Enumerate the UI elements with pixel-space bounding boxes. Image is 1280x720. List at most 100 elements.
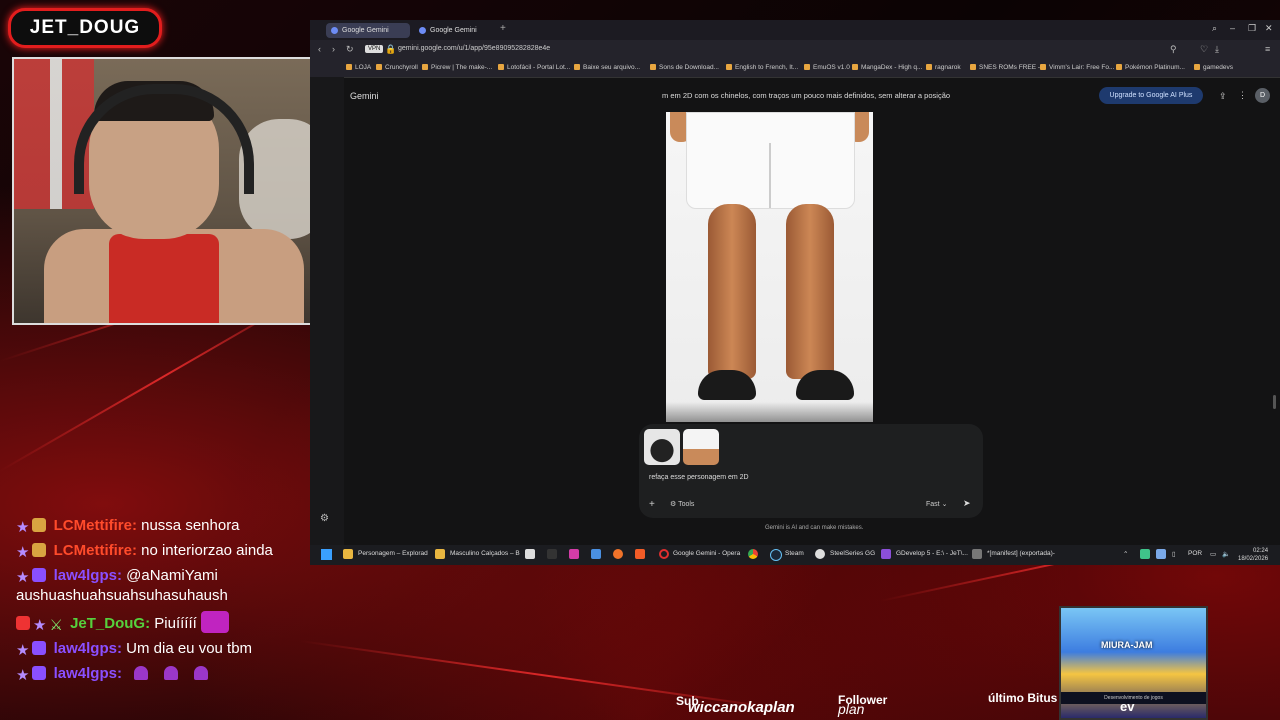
new-tab-icon[interactable]: + bbox=[500, 23, 506, 34]
taskbar-item-opera[interactable]: Google Gemini - Opera bbox=[673, 550, 740, 557]
bookmark-item[interactable]: LOJA bbox=[346, 64, 371, 71]
tab-label: Google Gemini bbox=[342, 27, 389, 34]
firefox-icon[interactable] bbox=[613, 549, 623, 559]
attachment-shoe-thumbnail[interactable] bbox=[644, 429, 680, 465]
right-leg bbox=[786, 204, 834, 379]
steam-icon[interactable] bbox=[770, 549, 782, 561]
reload-icon[interactable]: ↻ bbox=[346, 44, 354, 55]
tab-google-gemini[interactable]: Google Gemini bbox=[326, 23, 410, 38]
opera-icon[interactable] bbox=[659, 549, 669, 559]
taskbar-item-manifest[interactable]: *[manifest] (exportada)- bbox=[987, 550, 1055, 557]
settings-gear-icon[interactable]: ⚙ bbox=[320, 513, 329, 524]
upgrade-label: Upgrade to Google AI Plus bbox=[1109, 92, 1193, 99]
bookmark-item[interactable]: Pokémon Platinum... bbox=[1116, 64, 1185, 71]
chat-username: JeT_DouG: bbox=[70, 615, 151, 632]
left-leg bbox=[708, 204, 756, 379]
vpn-badge[interactable]: VPN bbox=[365, 45, 384, 53]
white-shorts bbox=[686, 112, 855, 209]
upgrade-button[interactable]: Upgrade to Google AI Plus bbox=[1099, 87, 1203, 104]
taskbar-item-explorer[interactable]: Personagem – Explorad bbox=[358, 550, 428, 557]
network-icon[interactable]: ▭ bbox=[1210, 550, 1216, 558]
bookmark-item[interactable]: English to French, It... bbox=[726, 64, 798, 71]
tab-google-gemini-2[interactable]: Google Gemini bbox=[414, 23, 498, 38]
generated-character-image[interactable] bbox=[666, 112, 873, 422]
instagram-icon[interactable] bbox=[569, 549, 579, 559]
calculator-icon[interactable] bbox=[525, 549, 535, 559]
ghost-emote-icon bbox=[134, 666, 149, 680]
taskbar-item-steam[interactable]: Steam bbox=[785, 550, 804, 557]
windows-taskbar: Personagem – Explorad Masculino Calçados… bbox=[310, 545, 1280, 565]
taskbar-item-steelseries[interactable]: SteelSeries GG bbox=[830, 550, 875, 557]
minimize-icon[interactable]: – bbox=[1230, 23, 1235, 33]
extensions-icon[interactable]: ⚲ bbox=[1170, 44, 1177, 55]
tray-app-icon[interactable] bbox=[1156, 549, 1166, 559]
latest-follower-name: plan bbox=[838, 701, 865, 717]
close-icon[interactable]: ✕ bbox=[1265, 23, 1273, 34]
prompt-input[interactable]: refaça esse personagem em 2D bbox=[649, 474, 749, 481]
chat-panel: ★ LCMettifire: nussa senhora ★ LCMettifi… bbox=[16, 516, 326, 689]
chat-username: LCMettifire: bbox=[53, 542, 137, 559]
add-attachment-icon[interactable]: + bbox=[649, 499, 655, 510]
bookmark-item[interactable]: Crunchyroll bbox=[376, 64, 418, 71]
search-tabs-icon[interactable]: ⌕ bbox=[1212, 23, 1217, 34]
tray-language[interactable]: POR bbox=[1188, 550, 1202, 557]
share-icon[interactable]: ⇪ bbox=[1219, 91, 1227, 102]
tools-button[interactable]: ⚙ Tools bbox=[670, 500, 694, 508]
prompt-composer[interactable]: refaça esse personagem em 2D + ⚙ Tools F… bbox=[639, 424, 983, 518]
tray-app-icon[interactable] bbox=[1140, 549, 1150, 559]
image-fade bbox=[666, 402, 873, 422]
bookmark-item[interactable]: Sons de Download... bbox=[650, 64, 719, 71]
bookmark-item[interactable]: Lotofácil - Portal Lot... bbox=[498, 64, 570, 71]
send-icon[interactable]: ➤ bbox=[963, 498, 971, 509]
avatar[interactable]: D bbox=[1255, 88, 1270, 103]
steelseries-icon[interactable] bbox=[815, 549, 825, 559]
download-icon[interactable]: ⤓ bbox=[1215, 44, 1219, 55]
bookmark-item[interactable]: ragnarok bbox=[926, 64, 961, 71]
star-badge-icon: ★ bbox=[16, 569, 30, 586]
bookmark-item[interactable]: Picrew | The make-... bbox=[422, 64, 492, 71]
tab-label: Google Gemini bbox=[430, 27, 477, 34]
back-icon[interactable]: ‹ bbox=[318, 44, 321, 54]
game-promo-title: MIURA-JAM bbox=[1101, 640, 1153, 650]
emote-icon bbox=[200, 611, 229, 633]
attachment-character-thumbnail[interactable] bbox=[683, 429, 719, 465]
bookmark-item[interactable]: Vimm's Lair: Free Fo... bbox=[1040, 64, 1114, 71]
taskbar-item-calcados[interactable]: Masculino Calçados – B bbox=[450, 550, 520, 557]
broadcaster-badge-icon bbox=[16, 616, 30, 630]
bookmark-item[interactable]: Baixe seu arquivo... bbox=[574, 64, 640, 71]
chat-username: law4lgps: bbox=[53, 640, 122, 657]
forward-icon[interactable]: › bbox=[332, 44, 335, 54]
tray-chevron-icon[interactable]: ⌃ bbox=[1123, 550, 1128, 558]
bookmark-item[interactable]: MangaDex - High q... bbox=[852, 64, 922, 71]
bookmark-item[interactable]: SNES ROMs FREE -... bbox=[970, 64, 1045, 71]
folder-icon bbox=[435, 549, 445, 559]
url-field[interactable]: gemini.google.com/u/1/app/95e89095282828… bbox=[398, 45, 550, 52]
editor-icon[interactable] bbox=[972, 549, 982, 559]
tray-device-icon[interactable]: ▯ bbox=[1172, 550, 1176, 558]
more-options-icon[interactable]: ⋮ bbox=[1238, 90, 1247, 101]
star-badge-icon: ★ bbox=[33, 617, 47, 634]
windows-start-icon[interactable] bbox=[321, 549, 332, 560]
taskbar-item-gdevelop[interactable]: GDevelop 5 - E:\ - JeT\... bbox=[896, 550, 968, 557]
model-select[interactable]: Fast ⌄ bbox=[926, 500, 947, 508]
chrome-icon[interactable] bbox=[748, 549, 758, 559]
taskbar-clock[interactable]: 02:24 18/02/2026 bbox=[1238, 547, 1268, 563]
bookmark-icon[interactable]: ♡ bbox=[1200, 44, 1208, 55]
menu-icon[interactable]: ≡ bbox=[1265, 44, 1270, 54]
gemini-logo-text[interactable]: Gemini bbox=[350, 91, 379, 101]
webcam-tanktop bbox=[109, 234, 219, 323]
streamer-name-badge: JET_DOUG bbox=[8, 8, 162, 48]
app-icon[interactable] bbox=[591, 549, 601, 559]
bookmark-item[interactable]: EmuOS v1.0 bbox=[804, 64, 850, 71]
maximize-icon[interactable]: ❐ bbox=[1248, 23, 1256, 34]
address-bar: ‹ › ↻ VPN 🔒 gemini.google.com/u/1/app/95… bbox=[310, 40, 1280, 60]
bookmark-item[interactable]: gamedevs bbox=[1194, 64, 1233, 71]
chat-username: law4lgps: bbox=[53, 567, 122, 584]
volume-icon[interactable]: 🔈 bbox=[1222, 550, 1230, 558]
star-badge-icon: ★ bbox=[16, 642, 30, 659]
ghost-emote-icon bbox=[194, 666, 209, 680]
brave-icon[interactable] bbox=[635, 549, 645, 559]
app-icon[interactable] bbox=[547, 549, 557, 559]
scrollbar[interactable] bbox=[1273, 395, 1276, 409]
gdevelop-icon[interactable] bbox=[881, 549, 891, 559]
